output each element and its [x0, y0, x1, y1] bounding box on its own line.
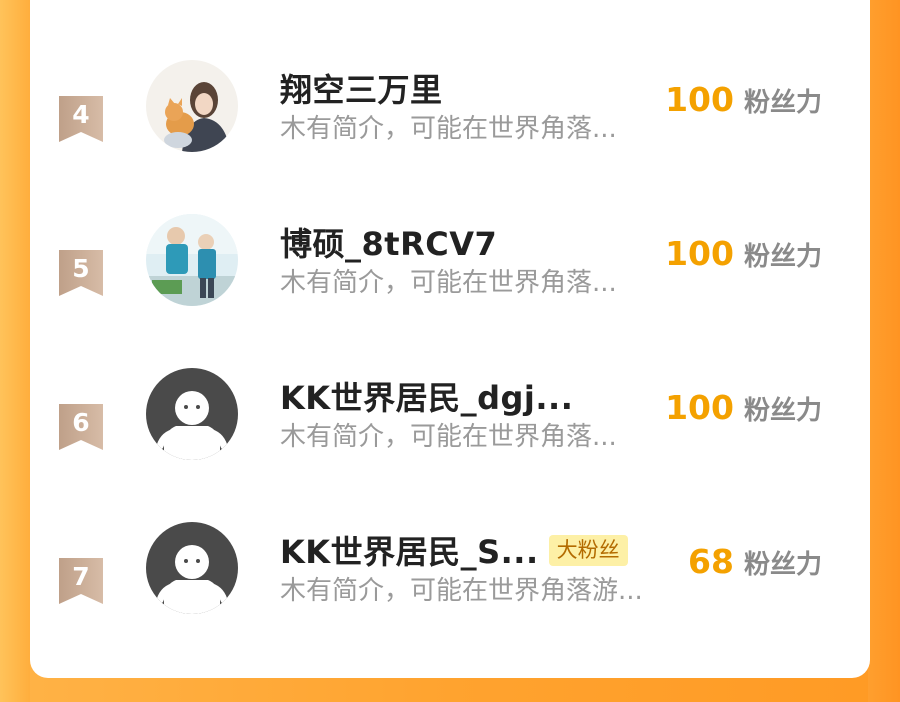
default-user-icon [146, 368, 238, 460]
list-item[interactable]: 6 KK世界居民_dgj... 木有简介，可能在世界角落... 100 粉丝力 [0, 368, 900, 524]
rank-badge: 7 [59, 558, 103, 604]
fan-power: 100 粉丝力 [665, 234, 822, 273]
fan-power-unit: 粉丝力 [743, 550, 822, 580]
avatar[interactable] [146, 60, 238, 152]
fan-power-unit: 粉丝力 [743, 396, 822, 426]
rank-number: 4 [72, 100, 90, 129]
rank-badge: 5 [59, 250, 103, 296]
rank-number: 6 [72, 408, 90, 437]
avatar[interactable] [146, 368, 238, 460]
user-description: 木有简介，可能在世界角落游... [280, 576, 643, 606]
fan-power-value: 68 [688, 542, 734, 581]
avatar[interactable] [146, 214, 238, 306]
rank-badge: 4 [59, 96, 103, 142]
user-name[interactable]: 博硕_8tRCV7 [280, 219, 497, 265]
user-name[interactable]: KK世界居民_S... [280, 527, 539, 573]
user-name[interactable]: KK世界居民_dgj... [280, 373, 573, 419]
default-user-icon [146, 522, 238, 614]
user-name-line: 翔空三万里 [280, 65, 443, 111]
user-name-line: 博硕_8tRCV7 [280, 219, 497, 265]
photo-icon [146, 214, 238, 306]
fan-power-unit: 粉丝力 [743, 242, 822, 272]
user-description: 木有简介，可能在世界角落... [280, 268, 617, 298]
user-name-line: KK世界居民_dgj... [280, 373, 573, 419]
user-description: 木有简介，可能在世界角落... [280, 422, 617, 452]
rank-number: 7 [72, 562, 90, 591]
fan-power-value: 100 [665, 388, 734, 427]
rank-badge: 6 [59, 404, 103, 450]
person-cat-illustration-icon [146, 60, 238, 152]
user-name[interactable]: 翔空三万里 [280, 65, 443, 111]
avatar[interactable] [146, 522, 238, 614]
fan-power-value: 100 [665, 80, 734, 119]
list-item[interactable]: 4 翔空三万里 木有简介，可能在世界角落... 100 粉丝力 [0, 60, 900, 216]
fan-power: 100 粉丝力 [665, 80, 822, 119]
user-name-line: KK世界居民_S... 大粉丝 [280, 527, 628, 573]
fan-power: 68 粉丝力 [688, 542, 822, 581]
big-fan-badge: 大粉丝 [548, 534, 628, 566]
list-item[interactable]: 5 博硕_8tRCV7 木有简介，可能在世界角落... 100 粉丝力 [0, 214, 900, 370]
rank-number: 5 [72, 254, 90, 283]
user-description: 木有简介，可能在世界角落... [280, 114, 617, 144]
list-item[interactable]: 7 KK世界居民_S... 大粉丝 木有简介，可能在世界角落游... 68 粉丝… [0, 522, 900, 678]
fan-power-value: 100 [665, 234, 734, 273]
fan-power: 100 粉丝力 [665, 388, 822, 427]
fan-power-unit: 粉丝力 [743, 88, 822, 118]
